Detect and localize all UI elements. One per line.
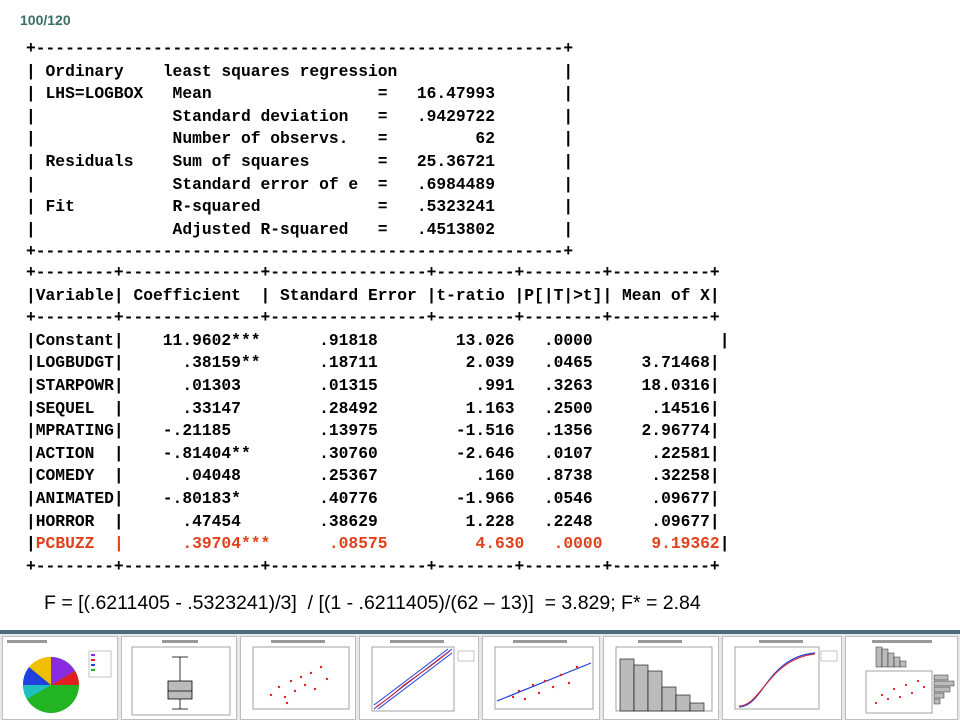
- table-row: |SEQUEL | .33147 .28492 1.163 .2500 .145…: [26, 398, 720, 418]
- thumbnail-probability-plot[interactable]: [359, 636, 479, 720]
- summary-line: | Residuals Sum of squares = 25.36721 |: [26, 151, 574, 171]
- summary-line: | Fit R-squared = .5323241 |: [26, 197, 574, 217]
- f-test-formula: F = [(.6211405 - .5323241)/3] / [(1 - .6…: [44, 592, 701, 614]
- thumbnail-cdf-plot[interactable]: [722, 636, 842, 720]
- highlighted-table-row: PCBUZZ | .39704*** .08575 4.630 .0000 9.…: [35, 534, 720, 554]
- slide-number: 100/120: [20, 12, 71, 28]
- table-row: |STARPOWR| .01303 .01315 .991 .3263 18.0…: [26, 375, 720, 395]
- thumbnail-pie-chart[interactable]: [2, 636, 118, 720]
- thumbnail-histogram[interactable]: [603, 636, 719, 720]
- table-row: |MPRATING| -.21185 .13975 -1.516 .1356 2…: [26, 421, 720, 441]
- summary-line: | Standard deviation = .9429722 |: [26, 106, 574, 126]
- coef-border-mid: +--------+--------------+---------------…: [26, 308, 720, 328]
- summary-line: | Number of observs. = 62 |: [26, 129, 574, 149]
- summary-line: | Standard error of e = .6984489 |: [26, 174, 574, 194]
- table-row: |HORROR | .47454 .38629 1.228 .2248 .096…: [26, 511, 720, 531]
- summary-border-bottom: +---------------------------------------…: [26, 242, 574, 262]
- coef-border-bottom: +--------+--------------+---------------…: [26, 556, 720, 576]
- regression-summary-table: +---------------------------------------…: [26, 38, 573, 264]
- summary-border-top: +---------------------------------------…: [26, 39, 574, 58]
- coef-border-top: +--------+--------------+---------------…: [26, 263, 720, 282]
- table-row: |Constant| 11.9602*** .91818 13.026 .000…: [26, 330, 730, 350]
- summary-line: | Ordinary least squares regression |: [26, 61, 574, 81]
- thumbnail-scatter-plot[interactable]: [240, 636, 356, 720]
- coefficient-table: +--------+--------------+---------------…: [26, 262, 730, 578]
- chart-thumbnail-strip: [0, 634, 960, 720]
- summary-line: | Adjusted R-squared = .4513802 |: [26, 219, 574, 239]
- thumbnail-scatter-fit-plot[interactable]: [482, 636, 600, 720]
- summary-line: | LHS=LOGBOX Mean = 16.47993 |: [26, 84, 574, 104]
- coef-header: |Variable| Coefficient | Standard Error …: [26, 285, 720, 305]
- table-row: |ANIMATED| -.80183* .40776 -1.966 .0546 …: [26, 488, 720, 508]
- thumbnail-marginal-scatter-plot[interactable]: [845, 636, 958, 720]
- thumbnail-box-plot[interactable]: [121, 636, 237, 720]
- table-row: |LOGBUDGT| .38159** .18711 2.039 .0465 3…: [26, 353, 720, 373]
- table-row: |ACTION | -.81404** .30760 -2.646 .0107 …: [26, 443, 720, 463]
- highlight-row-left: |: [26, 534, 36, 554]
- table-row: |COMEDY | .04048 .25367 .160 .8738 .3225…: [26, 466, 720, 486]
- highlight-row-right: |: [719, 534, 730, 554]
